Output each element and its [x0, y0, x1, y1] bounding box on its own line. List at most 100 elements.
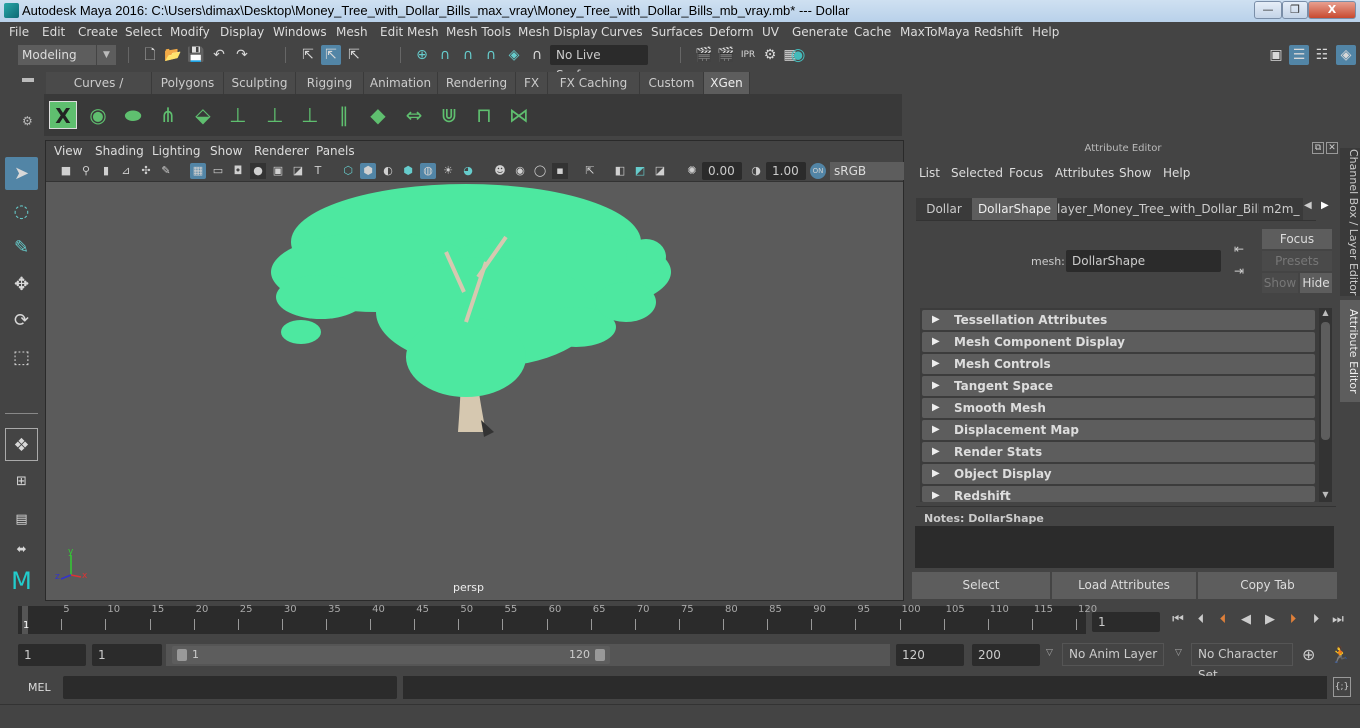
paint-select-tool-icon[interactable]: ✎ [5, 231, 38, 264]
screen-space-ao-icon[interactable]: ☻ [492, 163, 508, 179]
ae-tab-layer[interactable]: layer_Money_Tree_with_Dollar_Bills [1057, 198, 1267, 220]
attribute-editor-side-tab[interactable]: Attribute Editor [1340, 300, 1360, 402]
ae-menu-list[interactable]: List [919, 166, 940, 180]
xray-joints-icon[interactable]: ◩ [632, 163, 648, 179]
shelf-tab-rigging[interactable]: Rigging [296, 72, 364, 94]
viewport-canvas[interactable]: y x z persp [46, 182, 903, 600]
current-frame-field[interactable]: 1 [1092, 612, 1160, 632]
section-mesh-component-display[interactable]: ▶ Mesh Component Display [922, 332, 1315, 352]
modeling-toolkit-icon[interactable]: ▣ [1266, 45, 1286, 65]
xgen-add-guide-icon[interactable]: ⊥ [224, 101, 252, 129]
xgen-preview-icon[interactable]: ◉ [84, 101, 112, 129]
vp-menu-lighting[interactable]: Lighting [152, 144, 201, 158]
animation-preferences-icon[interactable]: 🏃 [1330, 645, 1350, 664]
restore-button[interactable]: ❐ [1282, 1, 1308, 19]
shelf-tab-animation[interactable]: Animation [364, 72, 438, 94]
shelf-tab-sculpting[interactable]: Sculpting [224, 72, 296, 94]
resolution-gate-icon[interactable]: ◘ [230, 163, 246, 179]
playback-start-field[interactable]: 1 [92, 644, 162, 666]
menu-surfaces[interactable]: Surfaces [651, 25, 703, 39]
shelf-tab-xgen[interactable]: XGen [704, 72, 750, 94]
xgen-guides-to-curves-icon[interactable]: ◆ [364, 101, 392, 129]
grease-pencil-icon[interactable]: ✎ [158, 163, 174, 179]
step-back-key-icon[interactable]: ⏴ [1215, 612, 1231, 628]
exposure-field[interactable]: 0.00 [702, 162, 742, 180]
ae-tab-dollar[interactable]: Dollar [916, 198, 972, 220]
xgen-sculpt-guides-icon[interactable]: ∥ [330, 101, 358, 129]
motion-blur-icon[interactable]: ◉ [512, 163, 528, 179]
safe-title-icon[interactable]: T [310, 163, 326, 179]
vp-menu-renderer[interactable]: Renderer [254, 144, 309, 158]
sections-scrollbar[interactable]: ▲ ▼ [1319, 308, 1332, 502]
undo-icon[interactable]: ↶ [209, 45, 229, 65]
snap-curve-icon[interactable]: ∩ [435, 45, 455, 65]
render-view-icon[interactable]: 🎬 [694, 45, 714, 65]
xgen-guide-bounds-icon[interactable]: ⊓ [470, 101, 498, 129]
single-perspective-layout-icon[interactable]: ❖ [5, 428, 38, 461]
image-plane-icon[interactable]: ⊿ [118, 163, 134, 179]
auto-key-icon[interactable]: ⊕ [1302, 645, 1315, 664]
menu-generate[interactable]: Generate [792, 25, 848, 39]
channel-box-toggle-icon[interactable]: ◈ [1336, 45, 1356, 65]
four-view-layout-icon[interactable]: ⊞ [5, 465, 38, 498]
lasso-tool-icon[interactable]: ◌ [5, 195, 38, 228]
ae-menu-show[interactable]: Show [1119, 166, 1151, 180]
scroll-down-icon[interactable]: ▼ [1319, 490, 1332, 499]
ae-tab-m2m[interactable]: m2m_ [1259, 198, 1303, 220]
scale-tool-icon[interactable]: ⬚ [5, 341, 38, 374]
xgen-clear-preview-icon[interactable]: ⬬ [119, 101, 147, 129]
menu-create[interactable]: Create [78, 25, 118, 39]
shelf-menu-icon[interactable] [22, 78, 34, 82]
vp-menu-shading[interactable]: Shading [95, 144, 144, 158]
copy-tab-button[interactable]: Copy Tab [1198, 572, 1337, 599]
shelf-tab-fx[interactable]: FX [516, 72, 548, 94]
section-redshift[interactable]: ▶ Redshift [922, 486, 1315, 502]
ae-menu-help[interactable]: Help [1163, 166, 1190, 180]
menu-mesh-tools[interactable]: Mesh Tools [446, 25, 511, 39]
grid-icon[interactable]: ▦ [190, 163, 206, 179]
minimize-button[interactable]: — [1254, 1, 1282, 19]
open-scene-icon[interactable]: 📂 [163, 45, 183, 65]
go-to-end-icon[interactable]: ⏭ [1330, 612, 1346, 628]
menu-curves[interactable]: Curves [601, 25, 643, 39]
gamma-icon[interactable]: ◑ [748, 163, 764, 179]
shadows-icon[interactable]: ◕ [460, 163, 476, 179]
snap-live-icon[interactable]: ◈ [504, 45, 524, 65]
select-tool-icon[interactable]: ➤ [5, 157, 38, 190]
menu-deform[interactable]: Deform [709, 25, 754, 39]
safe-action-icon[interactable]: ◪ [290, 163, 306, 179]
play-forwards-icon[interactable]: ▶ [1262, 612, 1278, 628]
scroll-up-icon[interactable]: ▲ [1319, 308, 1332, 317]
persp-graph-layout-icon[interactable]: ⬌ [5, 540, 38, 558]
new-scene-icon[interactable]: 🗋 [140, 45, 160, 65]
menu-file[interactable]: File [9, 25, 29, 39]
section-tangent-space[interactable]: ▶ Tangent Space [922, 376, 1315, 396]
bookmark-icon[interactable]: ▮ [98, 163, 114, 179]
render-settings-icon[interactable]: ⚙ [760, 45, 780, 65]
select-button[interactable]: Select [912, 572, 1050, 599]
character-set-chevron-icon[interactable]: ▽ [1175, 648, 1182, 658]
xgen-editor-icon[interactable]: X [49, 101, 77, 129]
color-space-selector[interactable]: sRGB gamma [830, 162, 904, 196]
step-back-frame-icon[interactable]: ⏴ [1193, 612, 1209, 628]
go-to-start-icon[interactable]: ⏮ [1170, 612, 1186, 628]
tab-scroll-left-icon[interactable]: ◀ [1304, 200, 1312, 211]
select-camera-icon[interactable]: ■ [58, 163, 74, 179]
mel-label[interactable]: MEL [28, 681, 51, 694]
close-button[interactable]: X [1308, 1, 1356, 19]
textured-icon[interactable]: ◍ [420, 163, 436, 179]
anti-aliasing-icon[interactable]: ◯ [532, 163, 548, 179]
play-backwards-icon[interactable]: ◀ [1238, 612, 1254, 628]
xgen-flip-guides-icon[interactable]: ⇔ [400, 101, 428, 129]
menu-redshift[interactable]: Redshift [974, 25, 1023, 39]
scrollbar-thumb[interactable] [1321, 322, 1330, 440]
redshift-render-icon[interactable]: ◉ [788, 45, 808, 65]
menu-mesh[interactable]: Mesh [336, 25, 368, 39]
menu-edit[interactable]: Edit [42, 25, 65, 39]
xgen-show-guides-icon[interactable]: ⊥ [261, 101, 289, 129]
vp-menu-show[interactable]: Show [210, 144, 242, 158]
select-object-icon[interactable]: ⇱ [321, 45, 341, 65]
gate-mask-icon[interactable]: ● [250, 163, 266, 179]
menu-modify[interactable]: Modify [170, 25, 210, 39]
color-management-toggle-icon[interactable]: ON [810, 163, 826, 179]
